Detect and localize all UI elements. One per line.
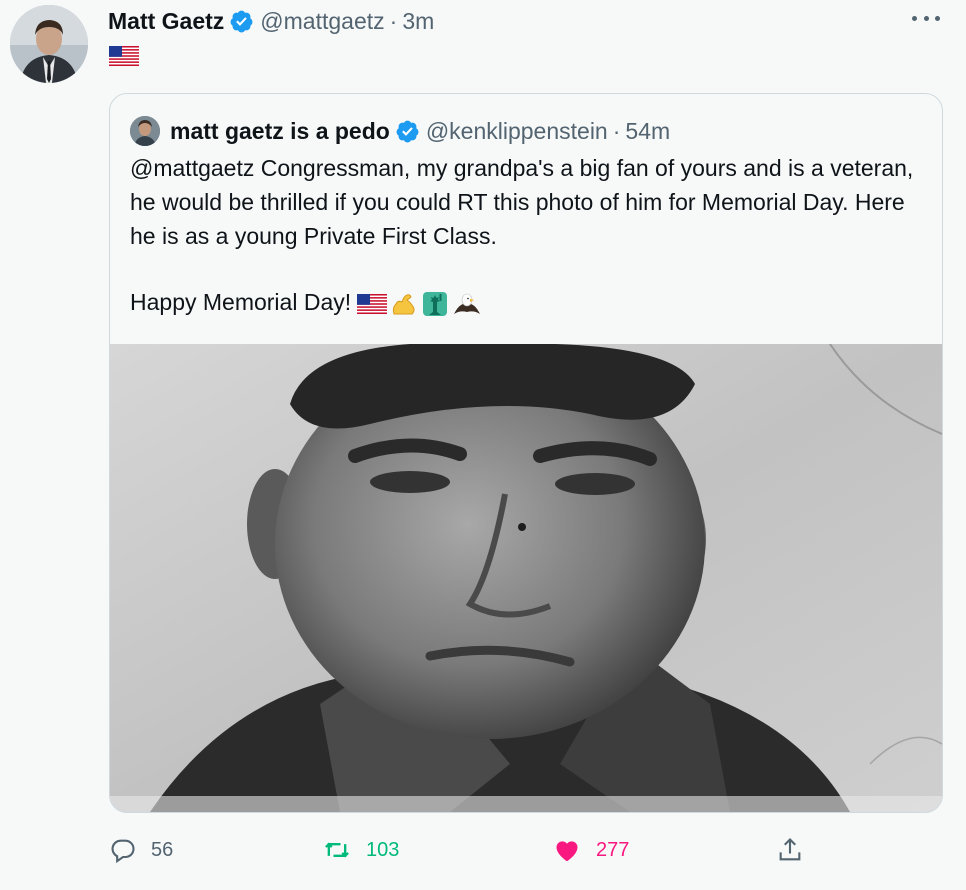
retweet-count: 103 <box>366 838 400 861</box>
tweet-actions: 56 103 277 <box>0 832 966 868</box>
author-handle[interactable]: @mattgaetz <box>260 8 384 35</box>
quoted-header-separator: · <box>612 117 621 144</box>
tweet-header: Matt Gaetz @mattgaetz · 3m <box>108 4 434 38</box>
author-avatar-image <box>10 5 88 83</box>
more-options-icon[interactable] <box>912 8 940 28</box>
more-dot <box>912 15 917 21</box>
tweet: Matt Gaetz @mattgaetz · 3m matt gaetz is… <box>0 0 966 890</box>
quoted-tweet-photo[interactable] <box>110 344 942 812</box>
quoted-tweet-header: matt gaetz is a pedo @kenklippenstein · … <box>130 116 670 146</box>
eagle-icon <box>454 293 481 314</box>
quoted-closing-text: Happy Memorial Day! <box>130 289 352 315</box>
statue-of-liberty-icon <box>423 291 448 316</box>
quoted-timestamp[interactable]: 54m <box>625 118 670 145</box>
us-flag-icon <box>357 293 388 314</box>
quoted-author-avatar[interactable] <box>130 116 160 146</box>
retweet-button[interactable]: 103 <box>322 832 399 868</box>
quoted-display-name[interactable]: matt gaetz is a pedo <box>170 118 390 145</box>
emoji-row <box>357 290 482 318</box>
quoted-handle[interactable]: @kenklippenstein <box>426 118 608 145</box>
verified-badge-icon <box>396 120 419 142</box>
more-dot <box>935 15 940 21</box>
heart-icon <box>556 841 578 862</box>
tweet-timestamp[interactable]: 3m <box>402 8 434 35</box>
quoted-tweet-text: @mattgaetz Congressman, my grandpa's a b… <box>130 151 920 319</box>
quoted-avatar-image <box>130 116 160 146</box>
quoted-tweet[interactable]: matt gaetz is a pedo @kenklippenstein · … <box>109 93 943 813</box>
share-icon <box>779 838 801 861</box>
flexed-biceps-icon <box>392 294 415 315</box>
header-separator: · <box>389 7 398 34</box>
like-count: 277 <box>596 838 630 861</box>
quoted-text-closing: Happy Memorial Day! <box>130 285 920 319</box>
like-button[interactable]: 277 <box>552 832 629 868</box>
retweet-icon <box>325 842 349 858</box>
reply-count: 56 <box>151 838 174 861</box>
share-button[interactable] <box>776 832 804 868</box>
reply-icon <box>111 839 135 864</box>
verified-badge-icon <box>230 10 253 32</box>
quoted-text-paragraph: @mattgaetz Congressman, my grandpa's a b… <box>130 155 914 249</box>
author-display-name[interactable]: Matt Gaetz <box>108 8 224 35</box>
author-avatar[interactable] <box>10 5 88 83</box>
us-flag-icon <box>109 46 139 66</box>
reply-button[interactable]: 56 <box>109 832 173 868</box>
more-dot <box>923 15 929 21</box>
